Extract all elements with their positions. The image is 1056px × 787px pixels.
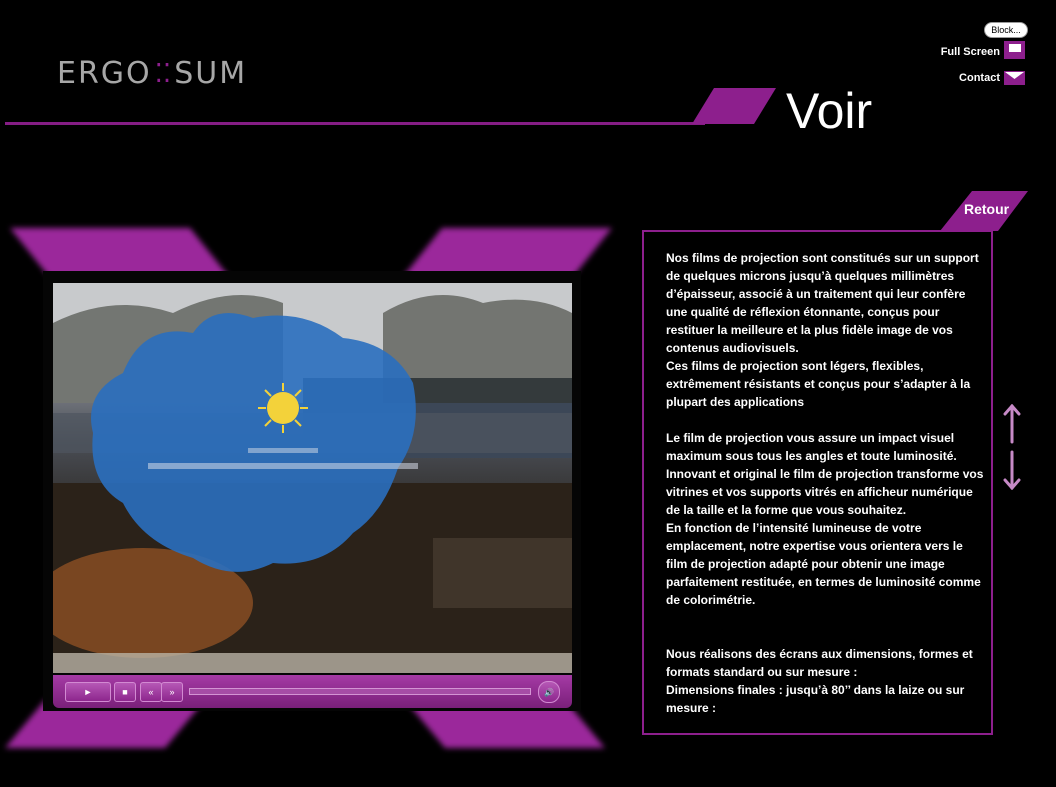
- retour-button[interactable]: Retour: [964, 201, 1009, 217]
- paragraph-4: En fonction de l’intensité lumineuse de …: [666, 521, 981, 607]
- play-button[interactable]: ►: [65, 682, 111, 702]
- scroll-down-icon[interactable]: [1003, 450, 1021, 490]
- fullscreen-link[interactable]: Full Screen: [941, 46, 1000, 58]
- volume-icon: 🔊: [544, 688, 554, 697]
- seek-bar[interactable]: [189, 688, 531, 695]
- header-divider-line: [5, 122, 705, 125]
- page-title: Voir: [786, 83, 873, 139]
- fast-forward-button[interactable]: »: [161, 682, 183, 702]
- video-screen[interactable]: [53, 283, 572, 673]
- header-parallelogram: [692, 88, 776, 124]
- video-frame-image: [53, 283, 572, 673]
- scroll-arrows: [1003, 404, 1021, 490]
- volume-button[interactable]: 🔊: [538, 681, 560, 703]
- page: ERGO ⁚⁚ SUM Voir Block... Full Screen Co…: [0, 0, 1056, 787]
- paragraph-6: Dimensions finales : jusqu’à 80’’ dans l…: [666, 683, 965, 715]
- fullscreen-icon[interactable]: [1004, 41, 1025, 59]
- stop-icon: ■: [122, 687, 128, 697]
- rewind-button[interactable]: «: [140, 682, 162, 702]
- scroll-up-icon[interactable]: [1003, 404, 1021, 444]
- logo-dots: ⁚⁚: [154, 58, 172, 89]
- paragraph-3: Le film de projection vous assure un imp…: [666, 431, 984, 517]
- stop-button[interactable]: ■: [114, 682, 136, 702]
- play-icon: ►: [83, 687, 93, 697]
- fast-forward-icon: »: [169, 687, 175, 697]
- contact-link[interactable]: Contact: [959, 72, 1000, 84]
- paragraph-1: Nos films de projection sont constitués …: [666, 251, 979, 355]
- logo-text-left: ERGO: [57, 56, 152, 91]
- paragraph-5: Nous réalisons des écrans aux dimensions…: [666, 647, 973, 679]
- paragraph-2: Ces films de projection sont légers, fle…: [666, 359, 971, 409]
- description-text: Nos films de projection sont constitués …: [666, 249, 984, 717]
- rewind-icon: «: [148, 687, 154, 697]
- logo-text-right: SUM: [174, 56, 248, 91]
- envelope-icon[interactable]: [1004, 71, 1025, 85]
- ergosum-logo[interactable]: ERGO ⁚⁚ SUM: [57, 56, 247, 91]
- block-button[interactable]: Block...: [984, 22, 1028, 38]
